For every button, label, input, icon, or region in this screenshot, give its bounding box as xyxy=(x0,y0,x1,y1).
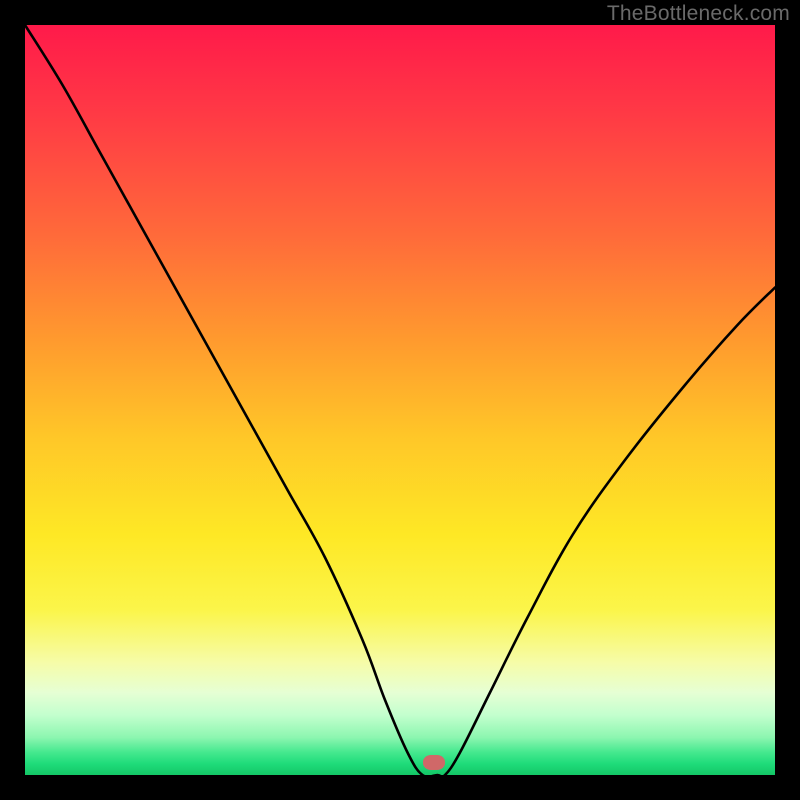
watermark-text: TheBottleneck.com xyxy=(607,2,790,26)
chart-frame: TheBottleneck.com xyxy=(0,0,800,800)
optimal-marker-icon xyxy=(423,755,445,770)
bottleneck-curve xyxy=(25,25,775,775)
plot-area xyxy=(25,25,775,775)
